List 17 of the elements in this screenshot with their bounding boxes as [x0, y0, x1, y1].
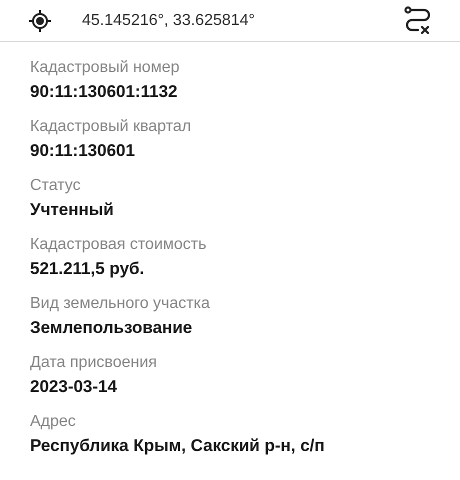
field-value: 90:11:130601 — [30, 140, 136, 162]
field-value: 2023-03-14 — [30, 376, 118, 398]
field-label: Адрес — [30, 412, 77, 432]
field-label: Кадастровый квартал — [30, 117, 192, 137]
field-value: 521.211,5 руб. — [30, 258, 146, 280]
field-value: Землепользование — [30, 317, 194, 339]
field-label: Кадастровая стоимость — [30, 235, 208, 255]
field-label: Статус — [30, 176, 82, 196]
coordinates-text: 45.145216°, 33.625814° — [82, 12, 256, 30]
field-value: 90:11:130601:1132 — [30, 81, 178, 103]
route-icon[interactable] — [404, 6, 432, 36]
field-value: Республика Крым, Сакский р-н, с/п — [30, 435, 326, 457]
location-target-icon[interactable] — [28, 8, 52, 32]
field-label: Вид земельного участка — [30, 294, 211, 314]
field-label: Дата присвоения — [30, 353, 158, 373]
field-label: Кадастровый номер — [30, 58, 180, 78]
field-value: Учтенный — [30, 199, 115, 221]
